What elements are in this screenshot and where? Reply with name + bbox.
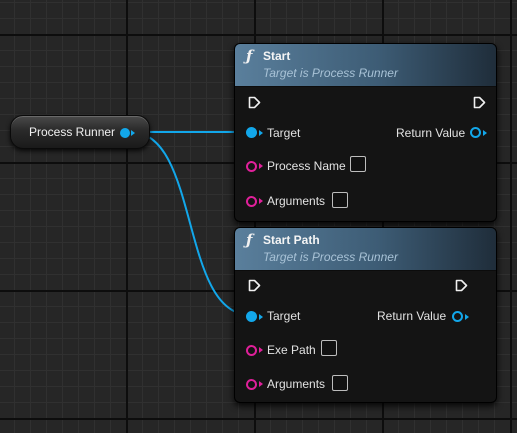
exec-in-icon[interactable] [248,279,261,292]
node-header: ƒ Start Path Target is Process Runner [235,228,496,271]
pin-arrow-icon [259,347,263,353]
pin-arrow-icon [465,314,469,320]
object-output-pin-icon[interactable] [120,128,130,138]
exec-in-icon[interactable] [248,96,261,109]
target-pin-icon[interactable] [246,311,257,322]
pin-arrow-icon [259,130,263,136]
target-label: Target [267,309,301,323]
node-title: Start [263,49,291,63]
pin-arrow-icon [259,198,263,204]
pin-arrow-icon [259,163,263,169]
arguments-input[interactable] [332,192,348,208]
pin-arrow-icon [259,314,263,320]
process-name-label: Process Name [267,159,346,173]
function-icon: ƒ [246,47,253,65]
exe-path-pin-icon[interactable] [246,345,257,356]
process-runner-variable-node[interactable]: Process Runner [10,115,150,149]
pin-arrow-icon [259,381,263,387]
arguments-pin-icon[interactable] [246,379,257,390]
node-subtitle: Target is Process Runner [263,66,398,80]
return-value-pin-icon[interactable] [452,311,463,322]
target-pin-icon[interactable] [246,127,257,138]
target-label: Target [267,126,301,140]
start-function-node[interactable]: ƒ Start Target is Process Runner Target … [234,43,497,222]
exec-out-icon[interactable] [473,96,486,109]
pin-arrow-icon [483,130,487,136]
node-header: ƒ Start Target is Process Runner [235,44,496,87]
return-value-label: Return Value [396,126,466,140]
process-name-pin-icon[interactable] [246,161,257,172]
process-runner-label: Process Runner [29,125,116,139]
arguments-label: Arguments [267,377,326,391]
node-subtitle: Target is Process Runner [263,250,398,264]
arguments-pin-icon[interactable] [246,196,257,207]
pin-arrow-icon [131,130,135,136]
return-value-pin-icon[interactable] [470,127,481,138]
process-name-input[interactable] [350,156,366,172]
arguments-label: Arguments [267,194,326,208]
wire-to-startpath-target [130,131,251,316]
exe-path-label: Exe Path [267,343,316,357]
return-value-label: Return Value [377,309,447,323]
exe-path-input[interactable] [321,340,337,356]
function-icon: ƒ [246,231,253,249]
exec-out-icon[interactable] [455,279,468,292]
arguments-input[interactable] [332,375,348,391]
node-title: Start Path [263,233,320,247]
start-path-function-node[interactable]: ƒ Start Path Target is Process Runner Ta… [234,227,497,403]
